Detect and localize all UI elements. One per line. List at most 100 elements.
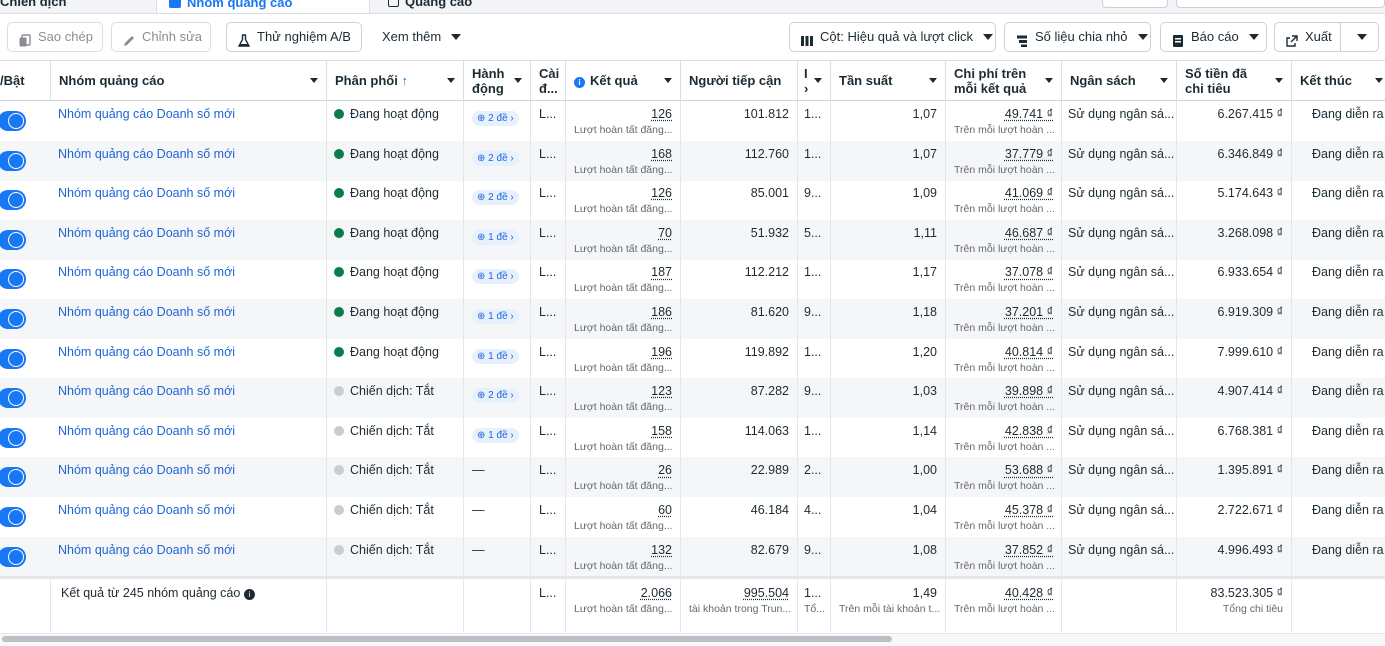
col-reach-header[interactable]: Người tiếp cận — [681, 61, 798, 101]
results-value[interactable]: 70 — [574, 225, 672, 241]
table-row[interactable]: Nhóm quảng cáo Doanh số mới Đang hoạt độ… — [0, 101, 1385, 141]
scrollbar-thumb[interactable] — [2, 636, 892, 642]
report-button[interactable]: Báo cáo — [1160, 22, 1267, 52]
tab-adsets[interactable]: Nhóm quảng cáo — [156, 0, 370, 13]
export-menu-button[interactable] — [1347, 23, 1378, 51]
results-value[interactable]: 158 — [574, 423, 672, 439]
budget-value[interactable]: Sử dụng ngân sá... — [1068, 265, 1174, 279]
table-row[interactable]: Nhóm quảng cáo Doanh số mới Đang hoạt độ… — [0, 180, 1385, 221]
results-value[interactable]: 168 — [574, 146, 672, 162]
results-value[interactable]: 186 — [574, 304, 672, 320]
results-value[interactable]: 132 — [574, 542, 672, 558]
table-row[interactable]: Nhóm quảng cáo Doanh số mới Đang hoạt độ… — [0, 219, 1385, 260]
on-off-toggle[interactable] — [0, 190, 26, 211]
edit-button[interactable]: Chỉnh sửa — [111, 22, 211, 52]
tab-campaigns[interactable]: Chiến dịch — [0, 0, 150, 13]
col-actions-header[interactable]: Hành động — [464, 61, 531, 101]
col-cost-per-result-header[interactable]: Chi phí trên mỗi kết quả — [946, 61, 1062, 101]
export-button[interactable]: Xuất — [1275, 23, 1341, 51]
columns-button[interactable]: Cột: Hiệu quả và lượt click — [789, 22, 996, 52]
col-settings-header[interactable]: Cài đ... — [531, 61, 566, 101]
results-value[interactable]: 26 — [574, 462, 672, 478]
see-more-button[interactable]: Xem thêm — [372, 22, 472, 52]
date-nav-buttons[interactable] — [1102, 0, 1168, 8]
budget-value[interactable]: Sử dụng ngân sá... — [1068, 424, 1174, 438]
on-off-toggle[interactable] — [0, 467, 26, 488]
results-value[interactable]: 123 — [574, 383, 672, 399]
adset-name-link[interactable]: Nhóm quảng cáo Doanh số mới — [58, 384, 235, 398]
adset-name-link[interactable]: Nhóm quảng cáo Doanh số mới — [58, 265, 235, 279]
table-row[interactable]: Nhóm quảng cáo Doanh số mới Đang hoạt độ… — [0, 259, 1385, 300]
cpr-value[interactable]: 49.741 ₫ — [954, 106, 1053, 122]
table-row[interactable]: Nhóm quảng cáo Doanh số mới Chiến dịch: … — [0, 417, 1385, 458]
col-end-header[interactable]: Kết thúc — [1292, 61, 1385, 101]
on-off-toggle[interactable] — [0, 507, 26, 527]
col-amount-spent-header[interactable]: Số tiền đã chi tiêu — [1177, 61, 1292, 101]
adset-name-link[interactable]: Nhóm quảng cáo Doanh số mới — [58, 424, 235, 438]
cpr-value[interactable]: 37.779 ₫ — [954, 146, 1053, 162]
budget-value[interactable]: Sử dụng ngân sá... — [1068, 503, 1174, 517]
budget-value[interactable]: Sử dụng ngân sá... — [1068, 384, 1174, 398]
tab-ads[interactable]: Quảng cáo — [376, 0, 592, 13]
cpr-value[interactable]: 39.898 ₫ — [954, 383, 1053, 399]
cpr-value[interactable]: 40.814 ₫ — [954, 344, 1053, 360]
recommendation-pill[interactable]: ⊕ 2 đề › — [472, 150, 519, 166]
cpr-value[interactable]: 37.078 ₫ — [954, 264, 1053, 280]
date-range-picker[interactable] — [1176, 0, 1385, 8]
results-value[interactable]: 126 — [574, 185, 672, 201]
on-off-toggle[interactable] — [0, 388, 26, 409]
on-off-toggle[interactable] — [0, 348, 26, 369]
budget-value[interactable]: Sử dụng ngân sá... — [1068, 345, 1174, 359]
export-split-button[interactable]: Xuất — [1274, 22, 1379, 52]
adset-name-link[interactable]: Nhóm quảng cáo Doanh số mới — [58, 226, 235, 240]
budget-value[interactable]: Sử dụng ngân sá... — [1068, 305, 1174, 319]
table-row[interactable]: Nhóm quảng cáo Doanh số mới Chiến dịch: … — [0, 378, 1385, 419]
recommendation-pill[interactable]: ⊕ 1 đề › — [472, 427, 519, 443]
recommendation-pill[interactable]: ⊕ 1 đề › — [472, 309, 519, 324]
recommendation-pill[interactable]: ⊕ 2 đề › — [472, 190, 519, 206]
cpr-value[interactable]: 46.687 ₫ — [954, 225, 1053, 241]
col-delivery-header[interactable]: Phân phối ↑ — [327, 61, 464, 101]
results-value[interactable]: 60 — [574, 502, 672, 518]
ab-test-button[interactable]: Thử nghiệm A/B — [226, 22, 362, 52]
col-toggle-header[interactable]: /Bật — [0, 61, 51, 101]
table-row[interactable]: Nhóm quảng cáo Doanh số mới Đang hoạt độ… — [0, 140, 1385, 181]
adset-name-link[interactable]: Nhóm quảng cáo Doanh số mới — [58, 463, 235, 477]
on-off-toggle[interactable] — [0, 111, 26, 131]
copy-button[interactable]: Sao chép — [7, 22, 103, 52]
budget-value[interactable]: Sử dụng ngân sá... — [1068, 107, 1174, 121]
adset-name-link[interactable]: Nhóm quảng cáo Doanh số mới — [58, 107, 235, 121]
results-value[interactable]: 187 — [574, 264, 672, 280]
table-row[interactable]: Nhóm quảng cáo Doanh số mới Đang hoạt độ… — [0, 338, 1385, 379]
budget-value[interactable]: Sử dụng ngân sá... — [1068, 543, 1174, 557]
adset-name-link[interactable]: Nhóm quảng cáo Doanh số mới — [58, 543, 235, 557]
cpr-value[interactable]: 41.069 ₫ — [954, 185, 1053, 201]
budget-value[interactable]: Sử dụng ngân sá... — [1068, 463, 1174, 477]
recommendation-pill[interactable]: ⊕ 2 đề › — [472, 111, 519, 126]
results-value[interactable]: 196 — [574, 344, 672, 360]
results-value[interactable]: 126 — [574, 106, 672, 122]
cpr-value[interactable]: 45.378 ₫ — [954, 502, 1053, 518]
budget-value[interactable]: Sử dụng ngân sá... — [1068, 147, 1174, 161]
adset-name-link[interactable]: Nhóm quảng cáo Doanh số mới — [58, 147, 235, 161]
horizontal-scrollbar[interactable] — [0, 633, 1385, 646]
cpr-value[interactable]: 37.201 ₫ — [954, 304, 1053, 320]
recommendation-pill[interactable]: ⊕ 1 đề › — [472, 348, 519, 364]
col-frequency-header[interactable]: Tần suất — [831, 61, 946, 101]
adset-name-link[interactable]: Nhóm quảng cáo Doanh số mới — [58, 503, 235, 517]
info-icon[interactable]: i — [243, 589, 255, 600]
on-off-toggle[interactable] — [0, 269, 26, 290]
budget-value[interactable]: Sử dụng ngân sá... — [1068, 226, 1174, 240]
breakdown-button[interactable]: Số liệu chia nhỏ — [1004, 22, 1151, 52]
col-name-header[interactable]: Nhóm quảng cáo — [51, 61, 327, 101]
table-row[interactable]: Nhóm quảng cáo Doanh số mới Đang hoạt độ… — [0, 299, 1385, 339]
on-off-toggle[interactable] — [0, 546, 26, 567]
cpr-value[interactable]: 37.852 ₫ — [954, 542, 1053, 558]
adset-name-link[interactable]: Nhóm quảng cáo Doanh số mới — [58, 305, 235, 319]
on-off-toggle[interactable] — [0, 309, 26, 329]
on-off-toggle[interactable] — [0, 427, 26, 448]
col-impressions-header[interactable]: I › — [798, 61, 831, 101]
budget-value[interactable]: Sử dụng ngân sá... — [1068, 186, 1174, 200]
recommendation-pill[interactable]: ⊕ 1 đề › — [472, 229, 519, 245]
recommendation-pill[interactable]: ⊕ 1 đề › — [472, 269, 519, 285]
